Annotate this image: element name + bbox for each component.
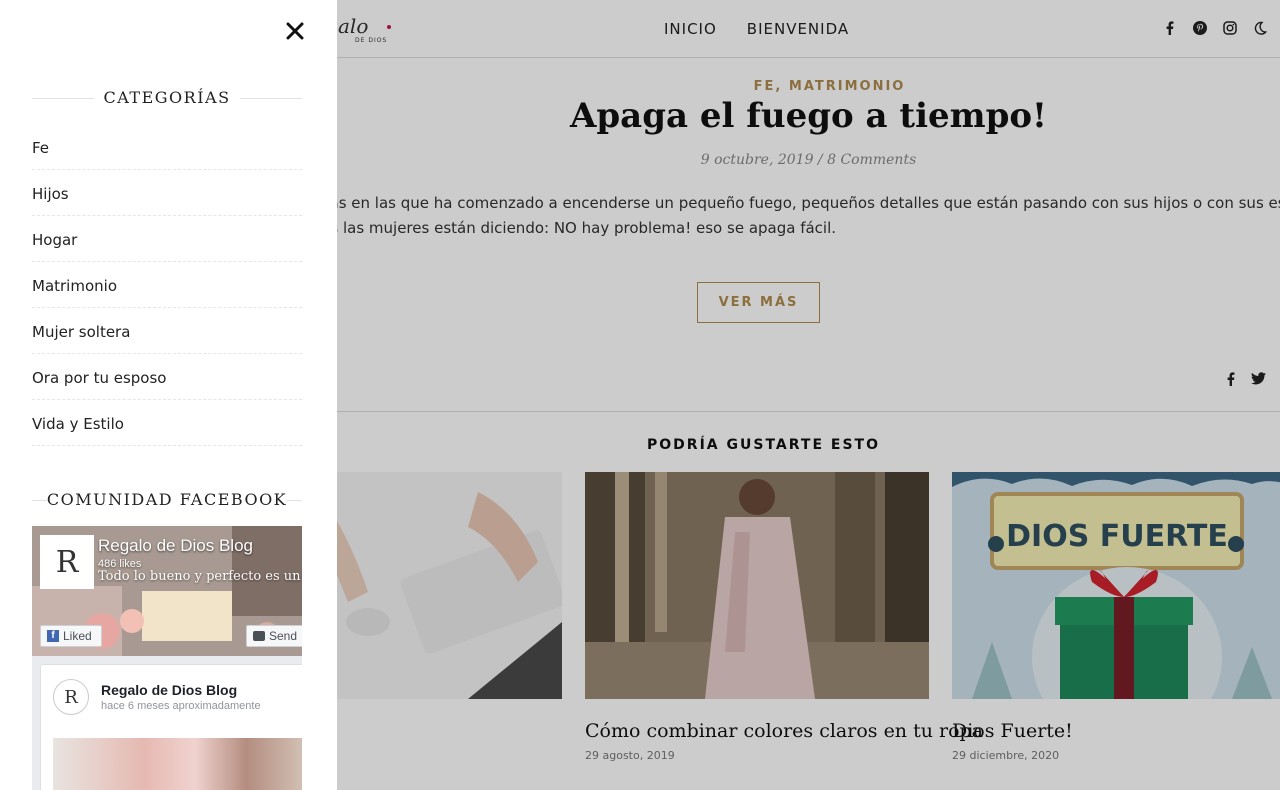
facebook-page-avatar[interactable]: R xyxy=(40,535,94,589)
category-label[interactable]: Mujer soltera xyxy=(32,323,130,341)
facebook-send-label: Send xyxy=(269,629,298,643)
category-label[interactable]: Hogar xyxy=(32,231,77,249)
facebook-logo-icon: f xyxy=(47,630,59,642)
category-label[interactable]: Fe xyxy=(32,139,49,157)
facebook-post: R Regalo de Dios Blog hace 6 meses aprox… xyxy=(40,664,302,790)
category-label[interactable]: Vida y Estilo xyxy=(32,415,124,433)
category-item[interactable]: Mujer soltera xyxy=(32,308,302,354)
overlay-backdrop[interactable] xyxy=(337,0,1280,790)
categories-widget-title: CATEGORÍAS xyxy=(32,88,302,107)
facebook-send-button[interactable]: Send xyxy=(246,625,302,647)
category-item[interactable]: Matrimonio xyxy=(32,262,302,308)
title-divider xyxy=(32,499,48,501)
facebook-liked-button[interactable]: f Liked xyxy=(40,625,102,647)
category-item[interactable]: Ora por tu esposo xyxy=(32,354,302,400)
category-list: Fe Hijos Hogar Matrimonio Mujer soltera … xyxy=(32,124,302,446)
facebook-post-avatar[interactable]: R xyxy=(53,679,89,715)
facebook-page-name[interactable]: Regalo de Dios Blog xyxy=(98,536,253,556)
category-item[interactable]: Vida y Estilo xyxy=(32,400,302,446)
messenger-icon xyxy=(253,631,265,641)
sidebar-panel: CATEGORÍAS Fe Hijos Hogar Matrimonio Muj… xyxy=(0,0,337,790)
category-item[interactable]: Fe xyxy=(32,124,302,170)
facebook-page-plugin: R Regalo de Dios Blog 486 likes Todo lo … xyxy=(32,526,302,790)
close-icon[interactable] xyxy=(284,21,306,43)
facebook-post-image[interactable] xyxy=(53,738,302,790)
facebook-post-author[interactable]: Regalo de Dios Blog xyxy=(101,682,237,698)
facebook-liked-label: Liked xyxy=(63,629,92,643)
facebook-cover-tagline: Todo lo bueno y perfecto es un xyxy=(98,569,301,584)
category-label[interactable]: Hijos xyxy=(32,185,69,203)
title-divider xyxy=(32,97,94,99)
category-item[interactable]: Hogar xyxy=(32,216,302,262)
category-item[interactable]: Hijos xyxy=(32,170,302,216)
categories-title-text: CATEGORÍAS xyxy=(103,88,231,107)
facebook-post-time[interactable]: hace 6 meses aproximadamente xyxy=(101,700,261,712)
category-label[interactable]: Matrimonio xyxy=(32,277,117,295)
category-label[interactable]: Ora por tu esposo xyxy=(32,369,166,387)
facebook-title-text: COMUNIDAD FACEBOOK xyxy=(46,490,288,509)
title-divider xyxy=(286,499,302,501)
facebook-widget-title: COMUNIDAD FACEBOOK xyxy=(32,490,302,509)
title-divider xyxy=(240,97,302,99)
